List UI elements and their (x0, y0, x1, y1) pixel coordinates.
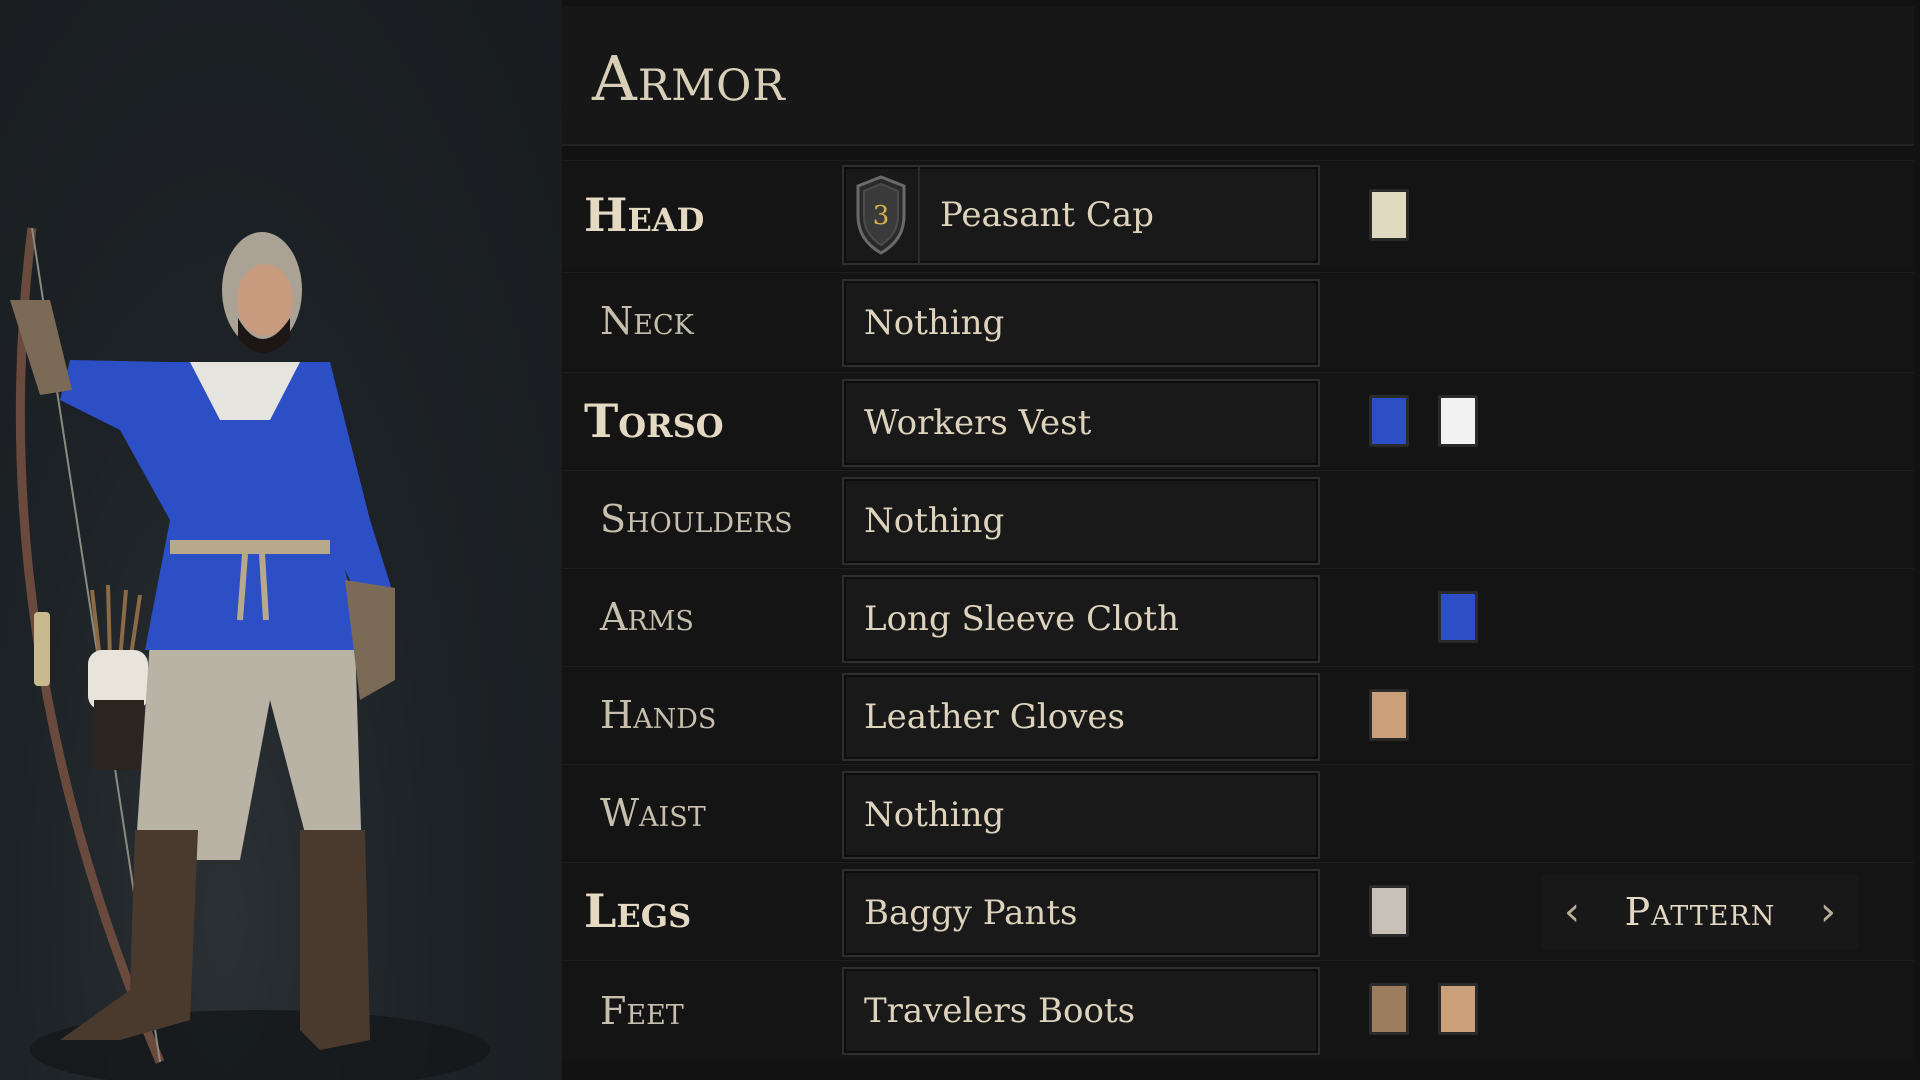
item-select-torso[interactable]: Workers Vest (842, 379, 1320, 467)
color-swatch-torso-1[interactable] (1369, 395, 1409, 447)
item-name-feet: Travelers Boots (864, 991, 1136, 1031)
item-select-feet[interactable]: Travelers Boots (842, 967, 1320, 1055)
item-select-shoulders[interactable]: Nothing (842, 477, 1320, 565)
chevron-left-icon[interactable]: ‹ (1542, 875, 1602, 949)
slot-row-waist: Waist Nothing (562, 764, 1914, 861)
item-name-arms: Long Sleeve Cloth (864, 599, 1179, 639)
item-select-arms[interactable]: Long Sleeve Cloth (842, 575, 1320, 663)
item-select-legs[interactable]: Baggy Pants (842, 869, 1320, 957)
color-swatch-feet-2[interactable] (1438, 983, 1478, 1035)
slot-row-feet: Feet Travelers Boots (562, 960, 1914, 1061)
shield-icon: 3 (856, 175, 906, 255)
item-select-neck[interactable]: Nothing (842, 279, 1320, 367)
slot-row-torso: Torso Workers Vest (562, 372, 1914, 469)
color-swatch-head-1[interactable] (1369, 189, 1409, 241)
item-name-torso: Workers Vest (864, 403, 1092, 443)
color-swatch-arms-1[interactable] (1438, 591, 1478, 643)
pattern-label: Pattern (1624, 890, 1776, 934)
color-swatch-legs-1[interactable] (1369, 885, 1409, 937)
slot-label-waist: Waist (600, 791, 706, 835)
slot-row-head: Head 3 Peasant Cap (562, 160, 1914, 269)
slot-label-feet: Feet (600, 989, 684, 1033)
color-swatch-hands-1[interactable] (1369, 689, 1409, 741)
slot-label-torso: Torso (584, 394, 724, 448)
chevron-right-icon[interactable]: › (1798, 875, 1858, 949)
panel-title: Armor (592, 42, 786, 115)
slot-label-legs: Legs (584, 884, 692, 938)
item-select-waist[interactable]: Nothing (842, 771, 1320, 859)
slot-label-shoulders: Shoulders (600, 497, 793, 541)
tier-number: 3 (873, 201, 890, 231)
item-name-head: Peasant Cap (940, 195, 1154, 235)
slot-row-arms: Arms Long Sleeve Cloth (562, 568, 1914, 665)
slot-label-head: Head (584, 188, 705, 242)
character-model (10, 227, 490, 1080)
slot-label-arms: Arms (600, 595, 694, 639)
tier-badge: 3 (844, 167, 920, 263)
item-name-waist: Nothing (864, 795, 1005, 835)
slot-label-hands: Hands (600, 693, 717, 737)
color-swatch-torso-2[interactable] (1438, 395, 1478, 447)
item-select-head[interactable]: 3 Peasant Cap (842, 165, 1320, 265)
slot-row-shoulders: Shoulders Nothing (562, 470, 1914, 567)
armor-panel: Armor Head 3 Peasant Cap Neck Nothing To… (562, 0, 1920, 1080)
item-select-hands[interactable]: Leather Gloves (842, 673, 1320, 761)
item-name-shoulders: Nothing (864, 501, 1005, 541)
slot-row-neck: Neck Nothing (562, 272, 1914, 369)
slot-label-neck: Neck (600, 299, 694, 343)
character-preview[interactable] (0, 0, 562, 1080)
item-name-legs: Baggy Pants (864, 893, 1078, 933)
armor-header: Armor (562, 6, 1914, 146)
color-swatch-feet-1[interactable] (1369, 983, 1409, 1035)
slot-row-hands: Hands Leather Gloves (562, 666, 1914, 763)
item-name-neck: Nothing (864, 303, 1005, 343)
item-name-hands: Leather Gloves (864, 697, 1125, 737)
pattern-selector: ‹ Pattern › (1542, 875, 1858, 949)
slot-row-legs: Legs Baggy Pants ‹ Pattern › (562, 862, 1914, 959)
